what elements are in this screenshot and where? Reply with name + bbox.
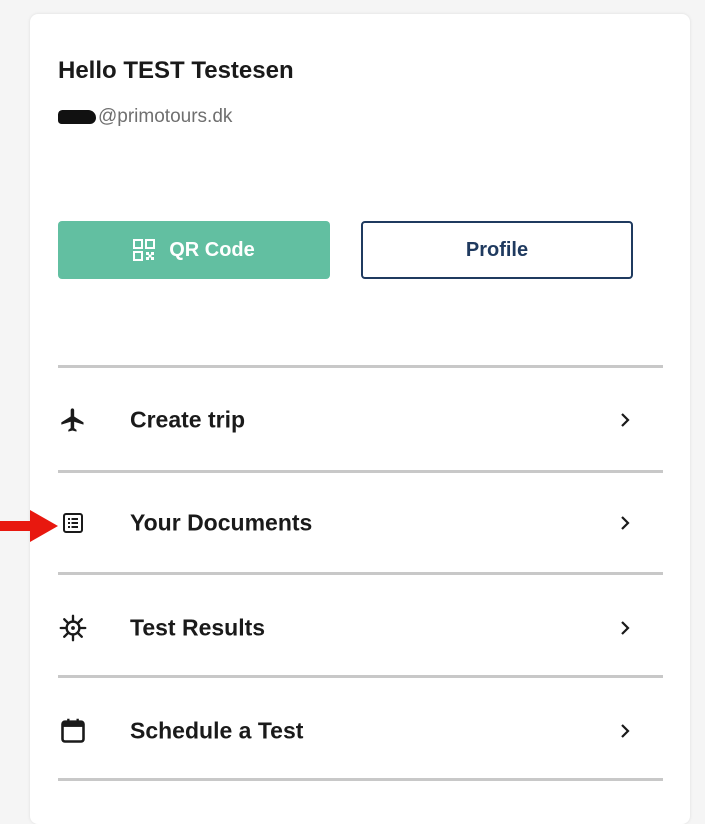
user-email: @primotours.dk bbox=[58, 106, 232, 128]
menu-item-create-trip[interactable]: Create trip bbox=[58, 370, 663, 470]
document-list-icon bbox=[58, 508, 88, 538]
menu-item-your-documents[interactable]: Your Documents bbox=[58, 473, 663, 573]
profile-button[interactable]: Profile bbox=[361, 221, 633, 279]
email-domain-text: @primotours.dk bbox=[98, 106, 233, 127]
calendar-icon bbox=[58, 716, 88, 746]
menu-divider bbox=[58, 365, 663, 368]
menu-divider bbox=[58, 675, 663, 678]
menu-divider bbox=[58, 572, 663, 575]
menu-item-test-results[interactable]: Test Results bbox=[58, 578, 663, 678]
qr-code-label: QR Code bbox=[169, 238, 255, 261]
menu-item-label: Your Documents bbox=[130, 509, 313, 536]
annotation-arrow-icon bbox=[0, 510, 58, 542]
menu-item-schedule-test[interactable]: Schedule a Test bbox=[58, 681, 663, 781]
menu-divider bbox=[58, 778, 663, 781]
qr-code-icon bbox=[133, 239, 156, 261]
qr-code-button[interactable]: QR Code bbox=[58, 221, 330, 279]
menu-item-label: Schedule a Test bbox=[130, 717, 304, 744]
user-greeting: Hello TEST Testesen bbox=[58, 57, 294, 84]
redacted-email-prefix bbox=[58, 110, 96, 124]
chevron-right-icon bbox=[621, 413, 630, 427]
chevron-right-icon bbox=[621, 724, 630, 738]
chevron-right-icon bbox=[621, 516, 630, 530]
menu-item-label: Create trip bbox=[130, 406, 246, 433]
menu-item-label: Test Results bbox=[130, 614, 266, 641]
virus-icon bbox=[58, 613, 88, 643]
profile-label: Profile bbox=[465, 238, 529, 261]
airplane-icon bbox=[58, 405, 88, 435]
chevron-right-icon bbox=[621, 621, 630, 635]
